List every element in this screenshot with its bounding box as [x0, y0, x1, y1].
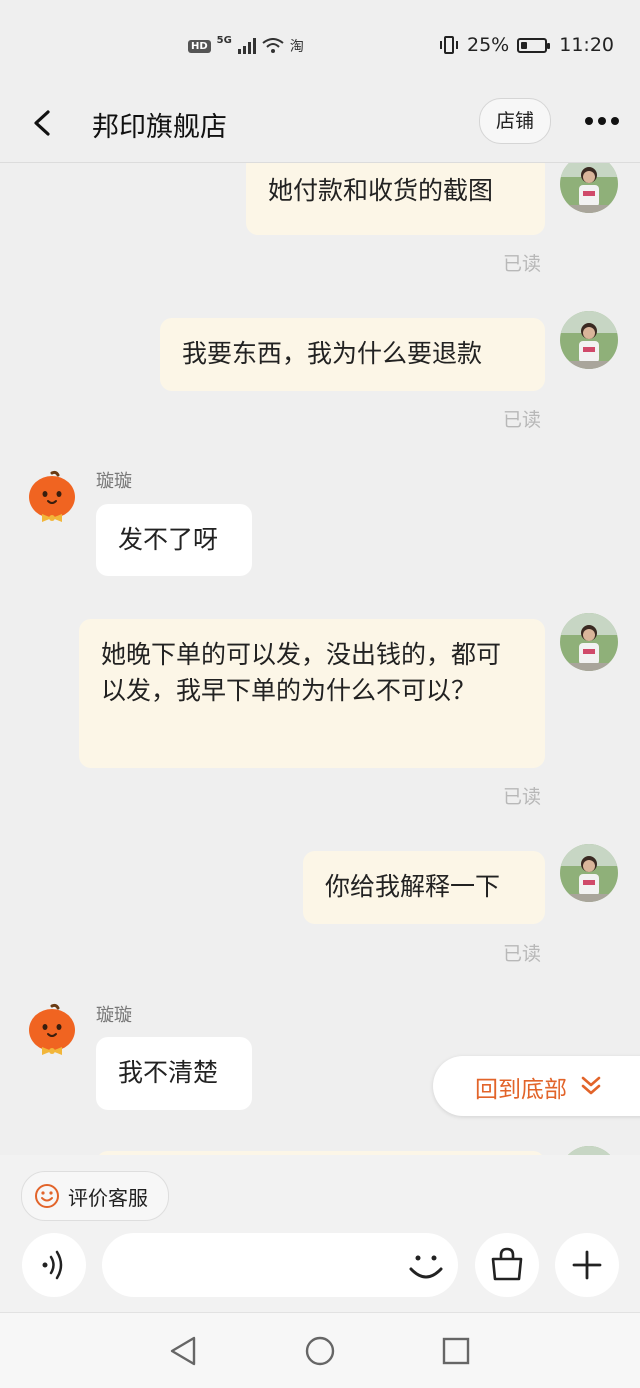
- emoji-button[interactable]: [404, 1247, 448, 1287]
- chat-header: 邦印旗舰店 店铺: [0, 92, 640, 163]
- triangle-back-icon: [170, 1336, 196, 1366]
- message-bubble-mine[interactable]: 她晚下单的可以发，没出钱的，都可以发，我早下单的为什么不可以？: [79, 619, 545, 768]
- sender-name: 璇璇: [96, 471, 132, 492]
- message-text: 发不了呀: [118, 525, 219, 554]
- message-text: 我要东西，我为什么要退款: [182, 339, 483, 368]
- shopping-bag-icon: [491, 1247, 523, 1281]
- orange-mascot-icon: [29, 470, 75, 522]
- voice-icon: [42, 1250, 63, 1280]
- status-icons-left: HD 5G 淘: [188, 34, 304, 56]
- chevron-left-icon: [34, 110, 50, 136]
- circle-home-icon: [305, 1336, 335, 1366]
- orange-mascot-icon: [29, 1003, 75, 1055]
- read-status: 已读: [503, 943, 542, 965]
- rate-service-label: 评价客服: [68, 1186, 148, 1210]
- emoji-icon: [409, 1255, 443, 1279]
- message-bubble-theirs[interactable]: 我不清楚: [96, 1037, 252, 1110]
- user-photo-icon: [560, 311, 618, 369]
- rate-service-button[interactable]: 评价客服: [21, 1171, 169, 1221]
- nav-back-button[interactable]: [166, 1333, 202, 1369]
- user-photo-icon: [560, 613, 618, 671]
- more-button[interactable]: [582, 106, 622, 136]
- read-status: 已读: [503, 253, 542, 275]
- back-to-bottom-label: 回到底部: [475, 1077, 567, 1103]
- wifi-icon: [262, 38, 284, 53]
- user-avatar[interactable]: [560, 844, 618, 902]
- more-dots-icon: [585, 117, 619, 125]
- square-recents-icon: [442, 1337, 470, 1365]
- double-chevron-down-icon: [581, 1076, 601, 1095]
- message-bubble-theirs[interactable]: 发不了呀: [96, 504, 252, 576]
- message-text: 我不清楚: [118, 1058, 219, 1087]
- more-actions-button[interactable]: [555, 1233, 619, 1297]
- voice-button[interactable]: [22, 1233, 86, 1297]
- status-bar: HD 5G 淘 25% 11:20: [0, 0, 640, 92]
- plus-icon: [572, 1250, 602, 1280]
- read-status: 已读: [503, 786, 542, 808]
- network-label: 5G: [216, 34, 232, 46]
- system-nav-bar: [0, 1312, 640, 1388]
- battery-icon: [517, 37, 551, 53]
- smiley-rating-icon: [35, 1184, 59, 1208]
- status-icons-right: 25% 11:20: [439, 34, 614, 56]
- chat-area[interactable]: 她付款和收货的截图 已读 我要东西，我为什么要退款 已读 璇璇 发不了呀 她晚下…: [0, 163, 640, 1155]
- user-avatar[interactable]: [560, 311, 618, 369]
- message-bubble-mine[interactable]: 她付款和收货的截图: [246, 163, 545, 235]
- user-photo-icon: [560, 163, 618, 213]
- message-bubble-mine[interactable]: 我要东西，我为什么要退款: [160, 318, 545, 391]
- page-title: 邦印旗舰店: [92, 112, 227, 143]
- product-button[interactable]: [475, 1233, 539, 1297]
- store-button[interactable]: 店铺: [479, 98, 551, 144]
- user-avatar[interactable]: [560, 163, 618, 213]
- battery-percent: 25%: [467, 34, 510, 56]
- taobao-notification-icon: 淘: [289, 39, 304, 55]
- nav-home-button[interactable]: [302, 1333, 338, 1369]
- back-button[interactable]: [26, 106, 60, 140]
- vibrate-icon: [440, 36, 458, 54]
- message-text: 她付款和收货的截图: [268, 176, 494, 205]
- agent-avatar[interactable]: [26, 1003, 78, 1059]
- user-avatar[interactable]: [560, 1146, 618, 1155]
- user-photo-icon: [560, 844, 618, 902]
- signal-icon: [237, 38, 256, 54]
- message-text: 她晚下单的可以发，没出钱的，都可以发，我早下单的为什么不可以？: [101, 640, 502, 705]
- hd-badge: HD: [188, 39, 211, 53]
- agent-avatar[interactable]: [26, 470, 78, 526]
- message-bubble-mine[interactable]: 你给我解释一下: [303, 851, 545, 924]
- back-to-bottom-button[interactable]: 回到底部: [433, 1056, 640, 1116]
- sender-name: 璇璇: [96, 1005, 132, 1026]
- user-photo-icon: [560, 1146, 618, 1155]
- nav-recents-button[interactable]: [438, 1333, 474, 1369]
- input-panel: 评价客服: [0, 1155, 640, 1312]
- read-status: 已读: [503, 409, 542, 431]
- user-avatar[interactable]: [560, 613, 618, 671]
- message-text: 你给我解释一下: [325, 872, 501, 901]
- clock: 11:20: [559, 34, 614, 56]
